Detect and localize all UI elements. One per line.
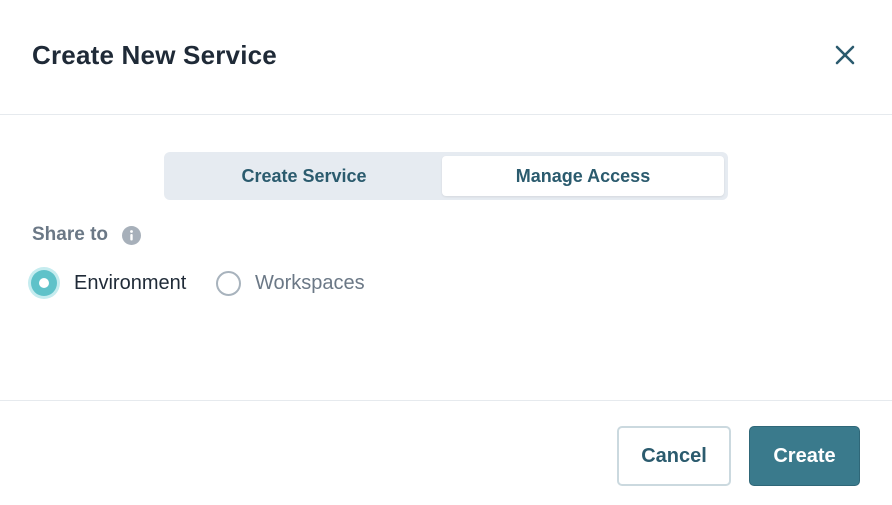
info-glyph [130, 230, 133, 241]
radio-dot [39, 278, 49, 288]
info-icon[interactable] [122, 226, 141, 245]
close-icon [835, 45, 855, 65]
radio-environment[interactable]: Environment [28, 267, 187, 299]
create-button[interactable]: Create [749, 426, 860, 486]
dialog-footer: Cancel Create [0, 400, 892, 505]
radio-button-checked[interactable] [28, 267, 60, 299]
radio-button-unchecked[interactable] [212, 267, 244, 299]
radio-label-environment: Environment [74, 271, 187, 294]
dialog-title: Create New Service [32, 40, 277, 70]
radio-ring [31, 270, 57, 296]
radio-label-workspaces: Workspaces [255, 271, 365, 294]
create-service-dialog: Create New Service Create Service Manage… [0, 0, 892, 505]
radio-ring [215, 270, 241, 296]
tab-create-service[interactable]: Create Service [168, 156, 440, 196]
cancel-button[interactable]: Cancel [617, 426, 731, 486]
share-to-label: Share to [32, 224, 109, 245]
dialog-header: Create New Service [0, 0, 892, 115]
close-button[interactable] [830, 40, 860, 70]
radio-workspaces[interactable]: Workspaces [212, 268, 365, 298]
tab-manage-access[interactable]: Manage Access [442, 156, 724, 196]
tab-bar: Create Service Manage Access [164, 152, 728, 200]
